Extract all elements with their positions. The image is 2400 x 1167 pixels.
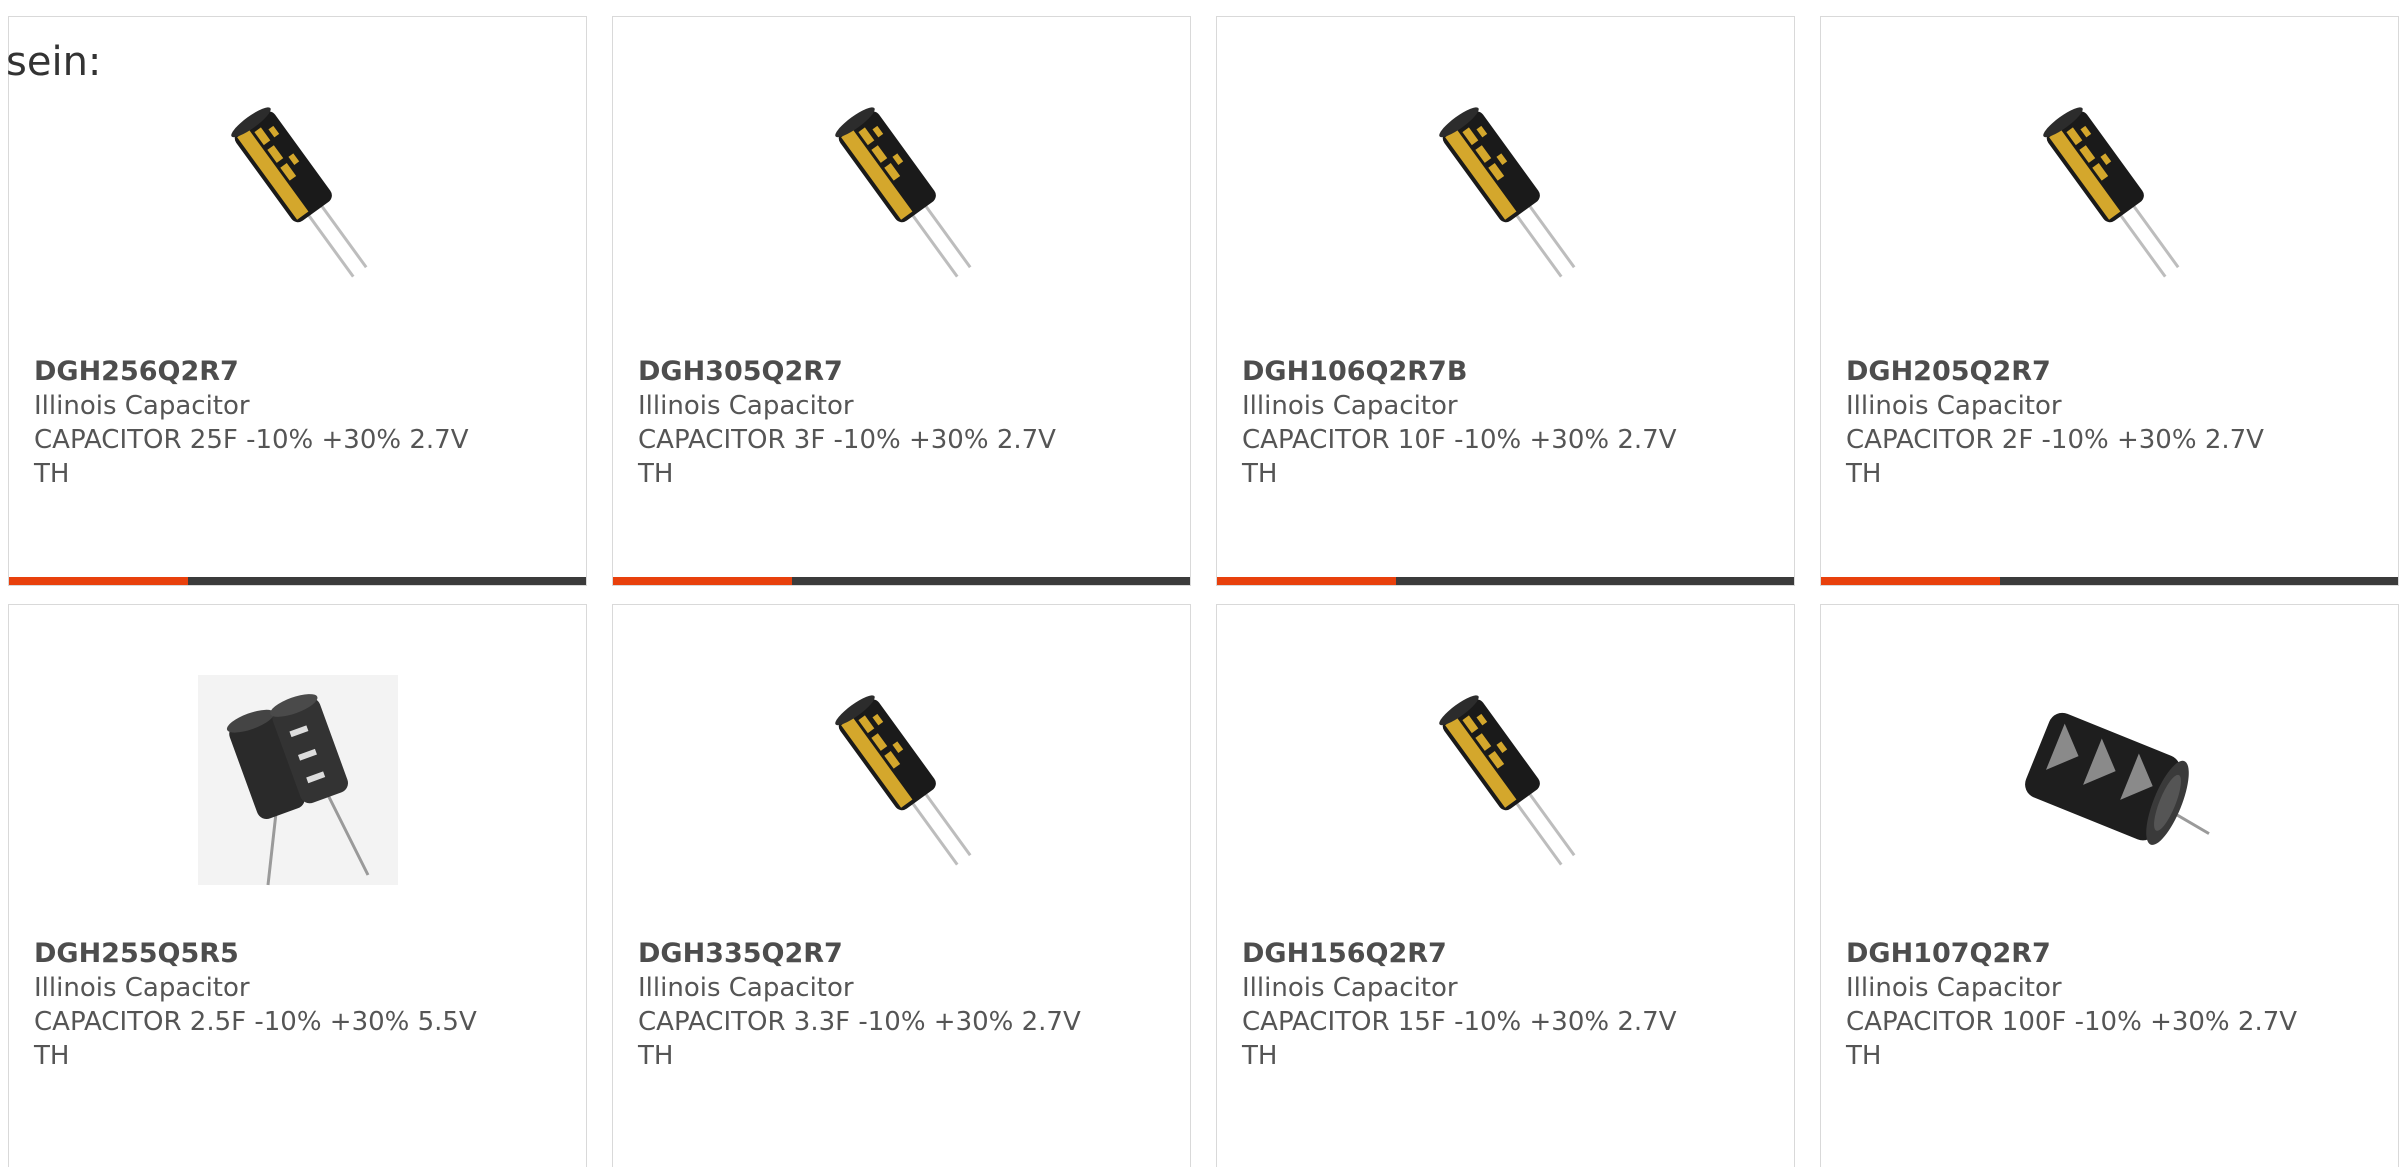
product-description: CAPACITOR 3F -10% +30% 2.7V TH	[638, 425, 1056, 489]
product-card[interactable]: DGH156Q2R7 Illinois Capacitor CAPACITOR …	[1216, 604, 1795, 1167]
large-black-capacitor-image[interactable]	[1990, 675, 2230, 895]
part-number-link[interactable]: DGH106Q2R7B	[1242, 355, 1702, 389]
manufacturer-label: Illinois Capacitor	[34, 973, 250, 1003]
part-number-link[interactable]: DGH256Q2R7	[34, 355, 494, 389]
part-number-link[interactable]: DGH107Q2R7	[1846, 937, 2306, 971]
manufacturer-label: Illinois Capacitor	[1242, 391, 1458, 421]
manufacturer-label: Illinois Capacitor	[1846, 973, 2062, 1003]
product-card[interactable]: DGH305Q2R7 Illinois Capacitor CAPACITOR …	[612, 16, 1191, 586]
product-description: CAPACITOR 100F -10% +30% 2.7V TH	[1846, 1007, 2298, 1071]
product-description: CAPACITOR 2.5F -10% +30% 5.5V TH	[34, 1007, 477, 1071]
part-number-link[interactable]: DGH305Q2R7	[638, 355, 1098, 389]
product-info: DGH305Q2R7 Illinois Capacitor CAPACITOR …	[638, 355, 1098, 491]
product-card[interactable]: DGH255Q5R5 Illinois Capacitor CAPACITOR …	[8, 604, 587, 1167]
product-card[interactable]: DGH335Q2R7 Illinois Capacitor CAPACITOR …	[612, 604, 1191, 1167]
product-info: DGH106Q2R7B Illinois Capacitor CAPACITOR…	[1242, 355, 1702, 491]
progress-bar	[1217, 577, 1794, 585]
progress-fill	[613, 577, 792, 585]
product-info: DGH335Q2R7 Illinois Capacitor CAPACITOR …	[638, 937, 1098, 1073]
manufacturer-label: Illinois Capacitor	[34, 391, 250, 421]
product-description: CAPACITOR 3.3F -10% +30% 2.7V TH	[638, 1007, 1081, 1071]
manufacturer-label: Illinois Capacitor	[638, 391, 854, 421]
product-card[interactable]: DGH106Q2R7B Illinois Capacitor CAPACITOR…	[1216, 16, 1795, 586]
progress-fill	[1217, 577, 1396, 585]
manufacturer-label: Illinois Capacitor	[1242, 973, 1458, 1003]
dual-cell-capacitor-image[interactable]	[178, 675, 418, 895]
product-info: DGH107Q2R7 Illinois Capacitor CAPACITOR …	[1846, 937, 2306, 1073]
progress-bar	[9, 577, 586, 585]
part-number-link[interactable]: DGH156Q2R7	[1242, 937, 1702, 971]
progress-bar	[1821, 577, 2398, 585]
product-card[interactable]: DGH205Q2R7 Illinois Capacitor CAPACITOR …	[1820, 16, 2399, 586]
product-info: DGH256Q2R7 Illinois Capacitor CAPACITOR …	[34, 355, 494, 491]
product-info: DGH255Q5R5 Illinois Capacitor CAPACITOR …	[34, 937, 494, 1073]
product-info: DGH156Q2R7 Illinois Capacitor CAPACITOR …	[1242, 937, 1702, 1073]
black-gold-capacitor-image[interactable]	[178, 87, 418, 307]
part-number-link[interactable]: DGH255Q5R5	[34, 937, 494, 971]
progress-fill	[9, 577, 188, 585]
black-gold-capacitor-image[interactable]	[1386, 675, 1626, 895]
product-card[interactable]: DGH107Q2R7 Illinois Capacitor CAPACITOR …	[1820, 604, 2399, 1167]
product-info: DGH205Q2R7 Illinois Capacitor CAPACITOR …	[1846, 355, 2306, 491]
product-description: CAPACITOR 10F -10% +30% 2.7V TH	[1242, 425, 1677, 489]
black-gold-capacitor-image[interactable]	[782, 675, 1022, 895]
intro-text: sein:	[6, 39, 102, 85]
progress-fill	[1821, 577, 2000, 585]
manufacturer-label: Illinois Capacitor	[638, 973, 854, 1003]
black-gold-capacitor-image[interactable]	[1990, 87, 2230, 307]
product-description: CAPACITOR 25F -10% +30% 2.7V TH	[34, 425, 469, 489]
progress-bar	[613, 577, 1190, 585]
product-description: CAPACITOR 15F -10% +30% 2.7V TH	[1242, 1007, 1677, 1071]
product-card[interactable]: DGH256Q2R7 Illinois Capacitor CAPACITOR …	[8, 16, 587, 586]
manufacturer-label: Illinois Capacitor	[1846, 391, 2062, 421]
black-gold-capacitor-image[interactable]	[782, 87, 1022, 307]
part-number-link[interactable]: DGH205Q2R7	[1846, 355, 2306, 389]
product-description: CAPACITOR 2F -10% +30% 2.7V TH	[1846, 425, 2264, 489]
black-gold-capacitor-image[interactable]	[1386, 87, 1626, 307]
product-grid-page: sein: DGH256Q2R7 Illinois Capacitor CAPA…	[0, 0, 2400, 1167]
part-number-link[interactable]: DGH335Q2R7	[638, 937, 1098, 971]
